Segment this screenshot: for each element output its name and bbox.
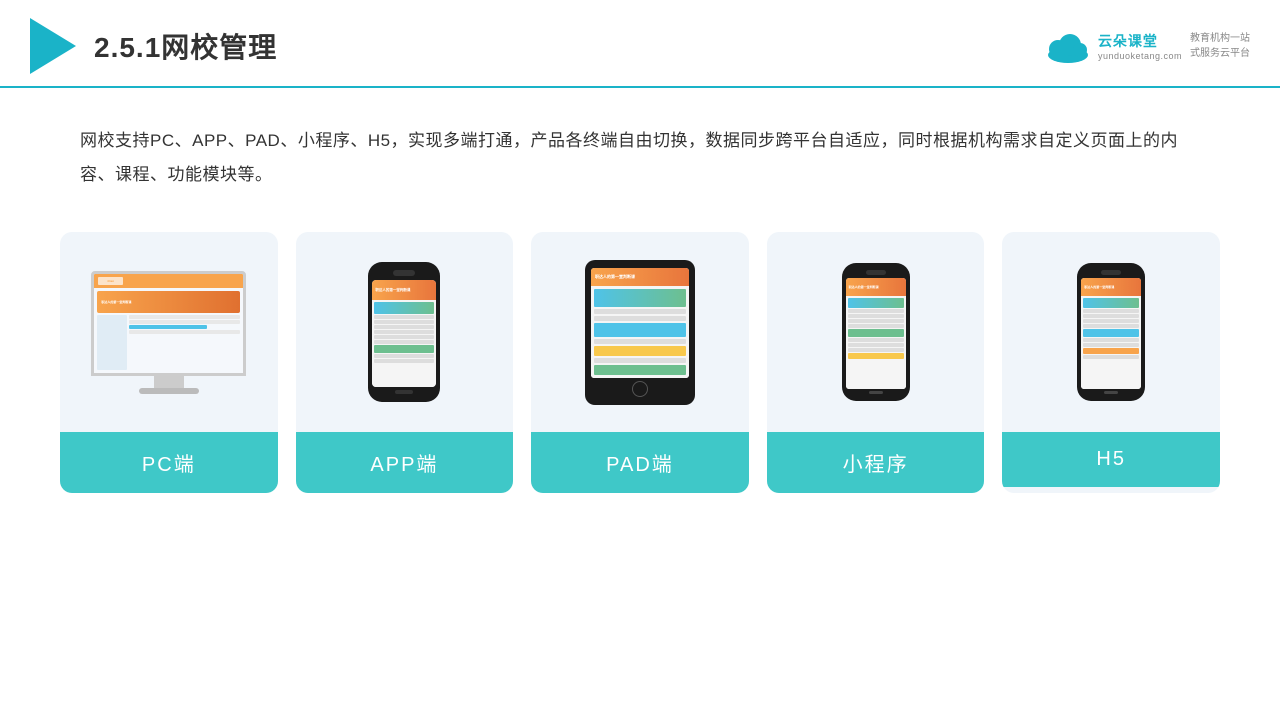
cards-container: iCan 职达人的第一堂判断课 (0, 212, 1280, 523)
phone-mini-home-2 (1104, 391, 1118, 394)
phone-mini-body (846, 296, 906, 389)
monitor-screen: iCan 职达人的第一堂判断课 (91, 271, 246, 376)
monitor-stand (154, 376, 184, 388)
brand-logo: 云朵课堂 yunduoketang.com (1044, 29, 1182, 63)
card-pc: iCan 职达人的第一堂判断课 (60, 232, 278, 493)
phone-home-button (395, 390, 413, 394)
card-miniprogram-image: 职达人的第一堂判断课 (767, 232, 985, 432)
phone-screen-body (372, 300, 436, 387)
cloud-icon (1044, 29, 1092, 63)
header-left: 2.5.1网校管理 (30, 18, 277, 74)
card-h5-label: H5 (1002, 432, 1220, 487)
tablet-mockup: 职达人的第一堂判断课 (585, 260, 695, 405)
phone-mini-notch-2 (1101, 270, 1121, 275)
tablet-screen: 职达人的第一堂判断课 (591, 268, 689, 378)
phone-mini-header-2: 职达人的第一堂判断课 (1081, 278, 1141, 296)
phone-notch (393, 270, 415, 276)
card-pad: 职达人的第一堂判断课 PAD端 (531, 232, 749, 493)
phone-mini-screen-2: 职达人的第一堂判断课 (1081, 278, 1141, 389)
phone-mini-body-2 (1081, 296, 1141, 389)
phone-mini-mockup-2: 职达人的第一堂判断课 (1077, 263, 1145, 401)
tablet-content (591, 286, 689, 378)
card-h5-image: 职达人的第一堂判断课 (1002, 232, 1220, 432)
card-app-image: 职达人的第一堂判断课 (296, 232, 514, 432)
card-miniprogram-label: 小程序 (767, 432, 985, 493)
card-miniprogram: 职达人的第一堂判断课 (767, 232, 985, 493)
card-app: 职达人的第一堂判断课 (296, 232, 514, 493)
brand-tagline: 教育机构一站 式服务云平台 (1190, 31, 1250, 61)
brand-name: 云朵课堂 (1098, 31, 1182, 51)
phone-mini-header: 职达人的第一堂判断课 (846, 278, 906, 296)
phone-mini-notch (866, 270, 886, 275)
page-title: 2.5.1网校管理 (94, 26, 277, 66)
description: 网校支持PC、APP、PAD、小程序、H5，实现多端打通，产品各终端自由切换，数… (0, 88, 1280, 212)
card-pc-image: iCan 职达人的第一堂判断课 (60, 232, 278, 432)
phone-mini-home (869, 391, 883, 394)
monitor-base (139, 388, 199, 394)
card-pc-label: PC端 (60, 432, 278, 493)
header: 2.5.1网校管理 云朵课堂 yunduoketang.com 教育机构一站 式… (0, 0, 1280, 88)
phone-mini-mockup-1: 职达人的第一堂判断课 (842, 263, 910, 401)
tablet-header: 职达人的第一堂判断课 (591, 268, 689, 286)
brand-url: yunduoketang.com (1098, 51, 1182, 61)
play-icon (30, 18, 76, 74)
monitor-mockup: iCan 职达人的第一堂判断课 (91, 271, 246, 394)
phone-mockup-app: 职达人的第一堂判断课 (368, 262, 440, 402)
phone-mini-screen: 职达人的第一堂判断课 (846, 278, 906, 389)
phone-screen-header: 职达人的第一堂判断课 (372, 280, 436, 300)
tablet-home-button (632, 381, 648, 397)
card-pad-image: 职达人的第一堂判断课 (531, 232, 749, 432)
card-h5: 职达人的第一堂判断课 (1002, 232, 1220, 493)
card-pad-label: PAD端 (531, 432, 749, 493)
phone-screen: 职达人的第一堂判断课 (372, 280, 436, 387)
card-app-label: APP端 (296, 432, 514, 493)
header-right: 云朵课堂 yunduoketang.com 教育机构一站 式服务云平台 (1044, 29, 1250, 63)
